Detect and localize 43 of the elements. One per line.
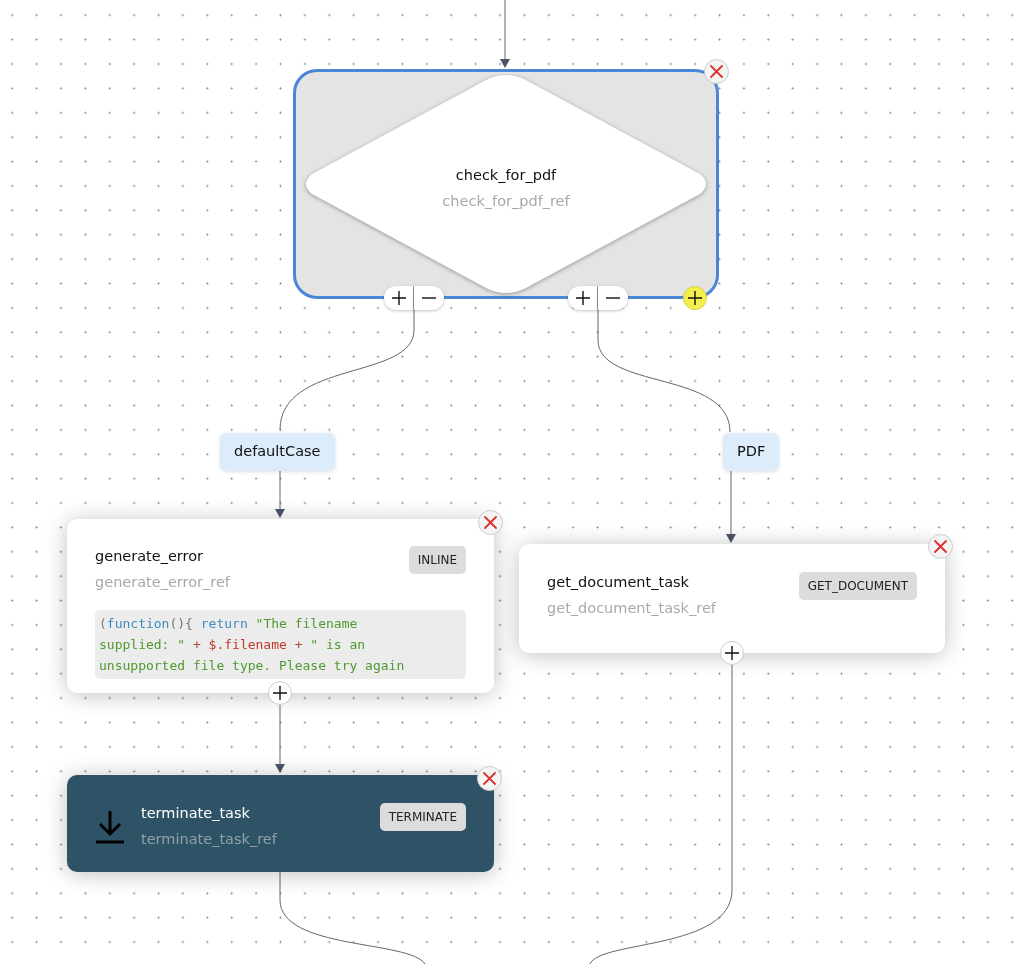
plus-icon	[273, 686, 287, 700]
node-title: terminate_task	[141, 804, 251, 823]
close-icon	[483, 772, 496, 785]
plus-icon	[688, 291, 702, 305]
node-ref: get_document_task_ref	[547, 598, 716, 618]
decision-node[interactable]: check_for_pdf check_for_pdf_ref	[293, 69, 719, 299]
close-button[interactable]	[928, 534, 953, 559]
close-icon	[934, 540, 947, 553]
node-title: generate_error	[95, 547, 205, 566]
plus-icon	[391, 291, 406, 305]
download-icon	[95, 809, 125, 844]
close-icon	[484, 516, 497, 529]
remove-button[interactable]	[598, 286, 628, 310]
task-type-badge: INLINE	[408, 546, 466, 574]
close-button[interactable]	[478, 510, 503, 535]
node-title: check_for_pdf	[454, 166, 558, 185]
add-button[interactable]	[384, 286, 414, 310]
node-ref: terminate_task_ref	[141, 829, 277, 849]
remove-button[interactable]	[414, 286, 444, 310]
add-button[interactable]	[683, 286, 707, 310]
connector-arrow	[275, 468, 285, 518]
task-node[interactable]: generate_error generate_error_ref INLINE (function(){ return "The filename supplied: " + $.filename + " is an unsupported file type. Please try again	[67, 519, 494, 693]
close-button[interactable]	[704, 59, 729, 84]
terminate-node[interactable]: terminate_task terminate_task_ref TERMINATE	[67, 775, 494, 872]
minus-icon	[422, 297, 436, 299]
plus-icon	[725, 646, 739, 660]
plus-icon	[575, 291, 590, 305]
node-title: get_document_task	[547, 573, 690, 592]
add-button[interactable]	[720, 641, 744, 665]
branch-label: PDF	[723, 433, 780, 471]
node-ref: check_for_pdf_ref	[441, 191, 571, 211]
close-icon	[710, 65, 723, 78]
node-ref: generate_error_ref	[95, 572, 230, 592]
code-editor[interactable]: (function(){ return "The filename supplied: " + $.filename + " is an unsupported file type. Please try again	[95, 609, 466, 679]
minus-icon	[606, 297, 620, 299]
task-type-badge: GET_DOCUMENT	[798, 572, 917, 600]
branch-label: defaultCase	[220, 433, 335, 471]
connector-arrow	[500, 0, 510, 68]
close-button[interactable]	[477, 766, 502, 791]
task-node[interactable]: get_document_task get_document_task_ref GET_DOCUMENT	[519, 544, 945, 653]
add-button[interactable]	[268, 681, 292, 705]
task-type-badge: TERMINATE	[379, 803, 466, 831]
add-button[interactable]	[568, 286, 598, 310]
